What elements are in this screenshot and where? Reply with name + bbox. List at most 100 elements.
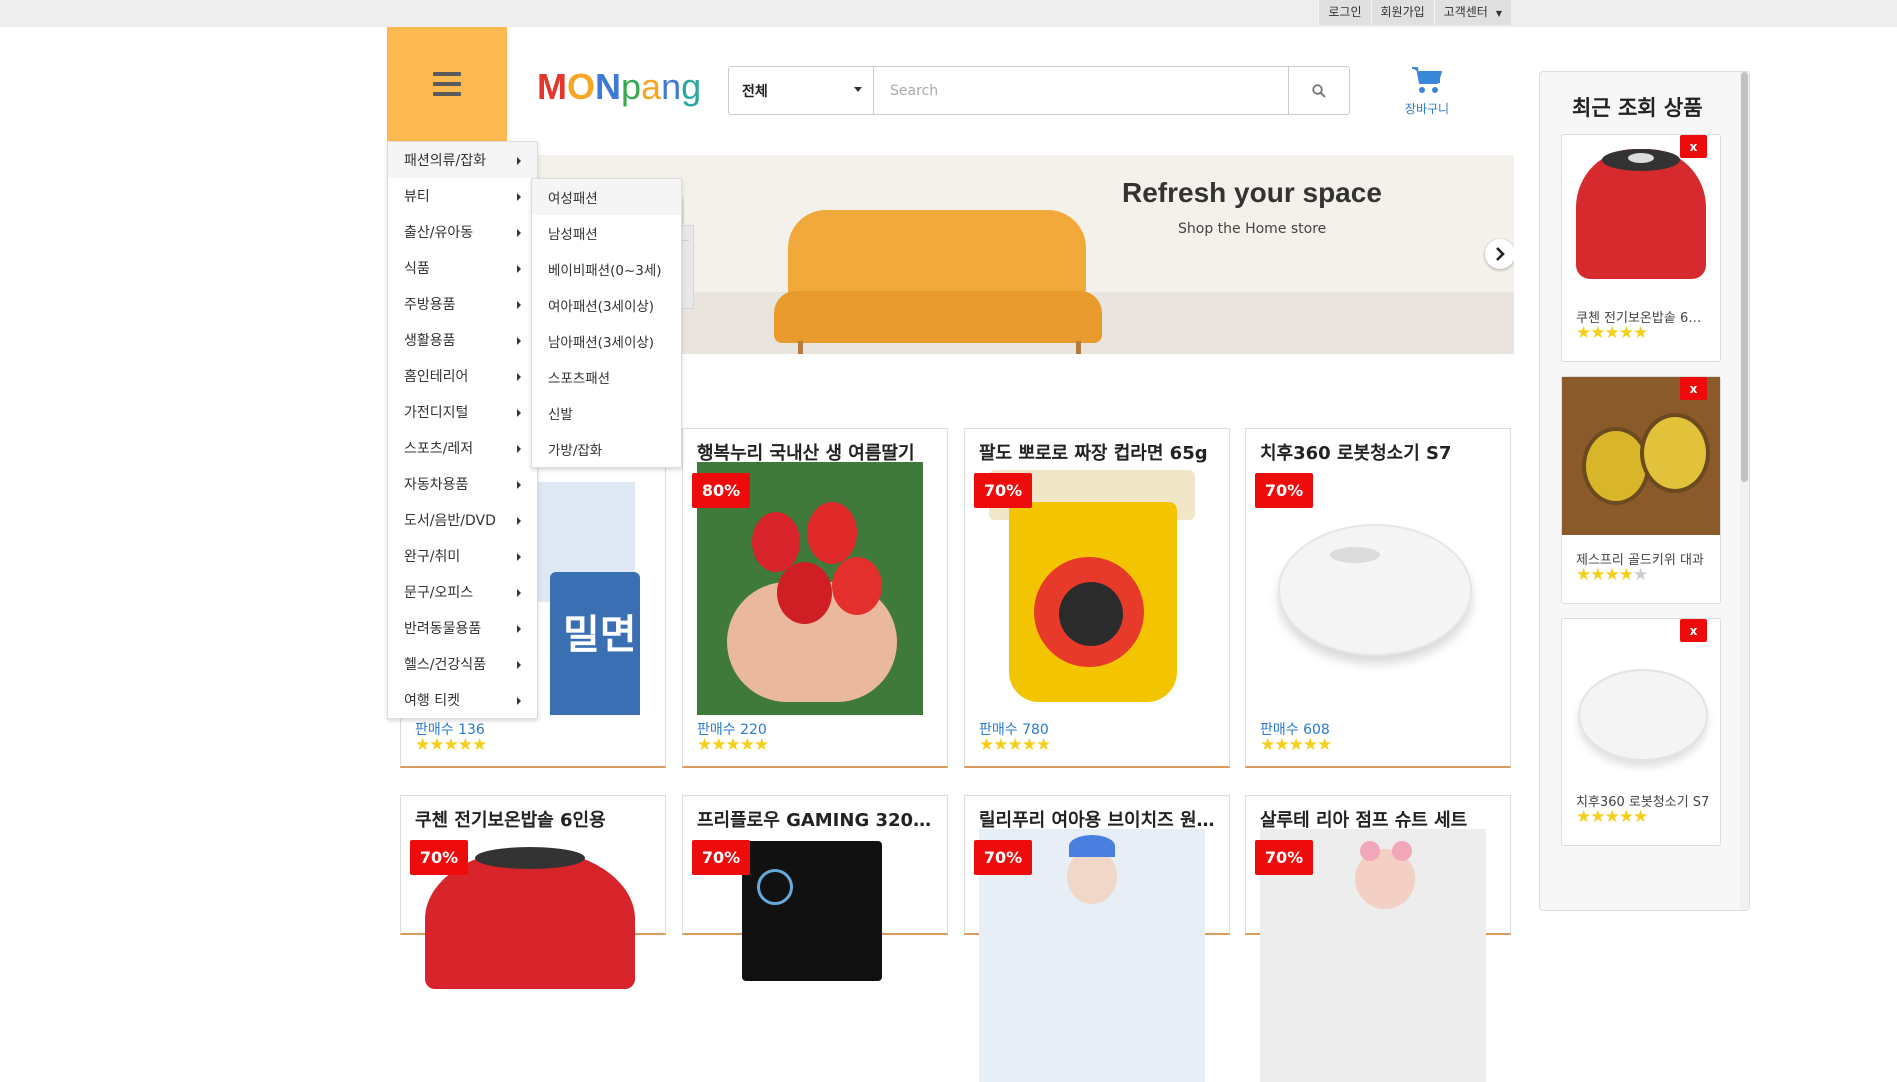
menu-item-label: 뷰티 bbox=[404, 189, 430, 205]
submenu-item[interactable]: 가방/잡화 bbox=[532, 431, 681, 467]
menu-item-travel[interactable]: 여행 티켓 bbox=[388, 682, 537, 718]
caret-right-icon bbox=[517, 661, 521, 669]
caret-right-icon bbox=[517, 301, 521, 309]
recently-viewed-title: 최근 조회 상품 bbox=[1572, 96, 1703, 120]
scrollbar-thumb[interactable] bbox=[1741, 72, 1748, 482]
product-card[interactable]: 쿠첸 전기보온밥솥 6인용 70% bbox=[400, 795, 666, 989]
search-button[interactable] bbox=[1288, 67, 1349, 114]
discount-badge: 70% bbox=[974, 473, 1032, 508]
sofa-leg bbox=[1076, 341, 1081, 354]
menu-item-label: 자동차용품 bbox=[404, 477, 469, 493]
menu-item-health[interactable]: 헬스/건강식품 bbox=[388, 646, 537, 682]
caret-right-icon bbox=[517, 481, 521, 489]
search-input[interactable] bbox=[874, 67, 1288, 114]
remove-recent-button[interactable]: x bbox=[1680, 619, 1707, 642]
support-dropdown[interactable]: 고객센터 ▼ bbox=[1433, 0, 1511, 25]
signup-link[interactable]: 회원가입 bbox=[1370, 0, 1434, 25]
category-menu-button[interactable] bbox=[387, 27, 507, 141]
recently-viewed-panel: 최근 조회 상품 x 쿠첸 전기보온밥솥 6인용 ★★★★★ x 제스프리 골드… bbox=[1539, 71, 1750, 911]
menu-item-label: 식품 bbox=[404, 261, 430, 277]
support-label: 고객센터 bbox=[1443, 5, 1488, 19]
remove-recent-button[interactable]: x bbox=[1680, 135, 1707, 158]
banner-sofa-seat bbox=[774, 291, 1102, 343]
category-menu: 패션의류/잡화 뷰티 출산/유아동 식품 주방용품 생활용품 홈인테리어 가전디… bbox=[387, 141, 538, 719]
top-links: 로그인 회원가입 고객센터 ▼ bbox=[1318, 0, 1511, 25]
top-bar: 로그인 회원가입 고객센터 ▼ bbox=[0, 0, 1897, 27]
discount-badge: 70% bbox=[1255, 840, 1313, 875]
menu-item-label: 홈인테리어 bbox=[404, 369, 469, 385]
submenu-item[interactable]: 여성패션 bbox=[532, 179, 681, 215]
recent-item-rating: ★★★★★ bbox=[1576, 565, 1648, 585]
submenu-item[interactable]: 여아패션(3세이상) bbox=[532, 287, 681, 323]
menu-item-label: 패션의류/잡화 bbox=[404, 153, 486, 169]
banner-headline: Refresh your space bbox=[1122, 177, 1382, 208]
cart-link[interactable]: 장바구니 bbox=[1395, 65, 1459, 117]
menu-item-pets[interactable]: 반려동물용품 bbox=[388, 610, 537, 646]
menu-item-sports[interactable]: 스포츠/레저 bbox=[388, 430, 537, 466]
product-rating: ★★★★★ bbox=[415, 735, 487, 755]
ramen-label: 밀면 bbox=[563, 612, 637, 658]
discount-badge: 70% bbox=[692, 840, 750, 875]
chevron-right-icon bbox=[1496, 247, 1505, 261]
caret-down-icon bbox=[854, 87, 862, 92]
caret-right-icon bbox=[517, 157, 521, 165]
product-card[interactable]: 살루테 리아 점프 슈트 세트 70% bbox=[1245, 795, 1511, 1082]
caret-right-icon bbox=[517, 337, 521, 345]
caret-right-icon bbox=[517, 373, 521, 381]
product-card[interactable]: 행복누리 국내산 생 여름딸기 80% 판매수 220 ★★★★★ bbox=[682, 428, 948, 768]
discount-badge: 80% bbox=[692, 473, 750, 508]
cart-icon bbox=[1412, 67, 1442, 93]
banner-subline: Shop the Home store bbox=[1178, 221, 1327, 237]
submenu-item[interactable]: 베이비패션(0~3세) bbox=[532, 251, 681, 287]
banner-next-button[interactable] bbox=[1485, 239, 1514, 269]
menu-item-label: 반려동물용품 bbox=[404, 621, 482, 637]
menu-item-label: 생활용품 bbox=[404, 333, 456, 349]
menu-item-beauty[interactable]: 뷰티 bbox=[388, 178, 537, 214]
submenu-item[interactable]: 스포츠패션 bbox=[532, 359, 681, 395]
menu-item-label: 가전디지털 bbox=[404, 405, 469, 421]
menu-item-kitchen[interactable]: 주방용품 bbox=[388, 286, 537, 322]
menu-item-baby[interactable]: 출산/유아동 bbox=[388, 214, 537, 250]
product-card[interactable]: 프리플로우 GAMING 320 케이스 70% bbox=[682, 795, 948, 981]
caret-right-icon bbox=[517, 589, 521, 597]
recent-item-rating: ★★★★★ bbox=[1576, 807, 1648, 827]
hamburger-icon bbox=[433, 72, 461, 96]
menu-item-toys[interactable]: 완구/취미 bbox=[388, 538, 537, 574]
caret-right-icon bbox=[517, 409, 521, 417]
product-rating: ★★★★★ bbox=[979, 735, 1051, 755]
monpang-logo[interactable]: MONpang bbox=[537, 66, 701, 108]
search-bar: 전체 bbox=[728, 66, 1350, 115]
menu-item-interior[interactable]: 홈인테리어 bbox=[388, 358, 537, 394]
recent-item[interactable]: x 제스프리 골드키위 대과 ★★★★★ bbox=[1561, 376, 1721, 604]
menu-item-fashion[interactable]: 패션의류/잡화 bbox=[388, 142, 537, 178]
caret-right-icon bbox=[517, 193, 521, 201]
recent-item-image bbox=[1562, 619, 1720, 777]
product-card[interactable]: 릴리푸리 여아용 브이치즈 원피스 70% bbox=[964, 795, 1230, 1082]
caret-right-icon bbox=[517, 229, 521, 237]
menu-item-office[interactable]: 문구/오피스 bbox=[388, 574, 537, 610]
remove-recent-button[interactable]: x bbox=[1680, 377, 1707, 400]
menu-item-books[interactable]: 도서/음반/DVD bbox=[388, 502, 537, 538]
product-rating: ★★★★★ bbox=[697, 735, 769, 755]
recent-item[interactable]: x 치후360 로봇청소기 S7 ★★★★★ bbox=[1561, 618, 1721, 846]
submenu-item[interactable]: 남아패션(3세이상) bbox=[532, 323, 681, 359]
fashion-submenu: 여성패션 남성패션 베이비패션(0~3세) 여아패션(3세이상) 남아패션(3세… bbox=[531, 178, 682, 468]
recent-panel-scrollbar[interactable] bbox=[1740, 72, 1749, 910]
menu-item-food[interactable]: 식품 bbox=[388, 250, 537, 286]
submenu-item[interactable]: 신발 bbox=[532, 395, 681, 431]
discount-badge: 70% bbox=[1255, 473, 1313, 508]
product-rating: ★★★★★ bbox=[1260, 735, 1332, 755]
login-link[interactable]: 로그인 bbox=[1318, 0, 1371, 25]
product-card[interactable]: 팔도 뽀로로 짜장 컵라면 65g 70% 판매수 780 ★★★★★ bbox=[964, 428, 1230, 768]
search-category-select[interactable]: 전체 bbox=[729, 67, 874, 114]
submenu-item[interactable]: 남성패션 bbox=[532, 215, 681, 251]
caret-right-icon bbox=[517, 445, 521, 453]
menu-item-digital[interactable]: 가전디지털 bbox=[388, 394, 537, 430]
menu-item-label: 여행 티켓 bbox=[404, 693, 460, 709]
product-card[interactable]: 치후360 로봇청소기 S7 70% 판매수 608 ★★★★★ bbox=[1245, 428, 1511, 768]
cart-label: 장바구니 bbox=[1404, 102, 1450, 116]
chevron-down-icon: ▼ bbox=[1495, 9, 1502, 18]
menu-item-living[interactable]: 생활용품 bbox=[388, 322, 537, 358]
menu-item-auto[interactable]: 자동차용품 bbox=[388, 466, 537, 502]
recent-item[interactable]: x 쿠첸 전기보온밥솥 6인용 ★★★★★ bbox=[1561, 134, 1721, 362]
